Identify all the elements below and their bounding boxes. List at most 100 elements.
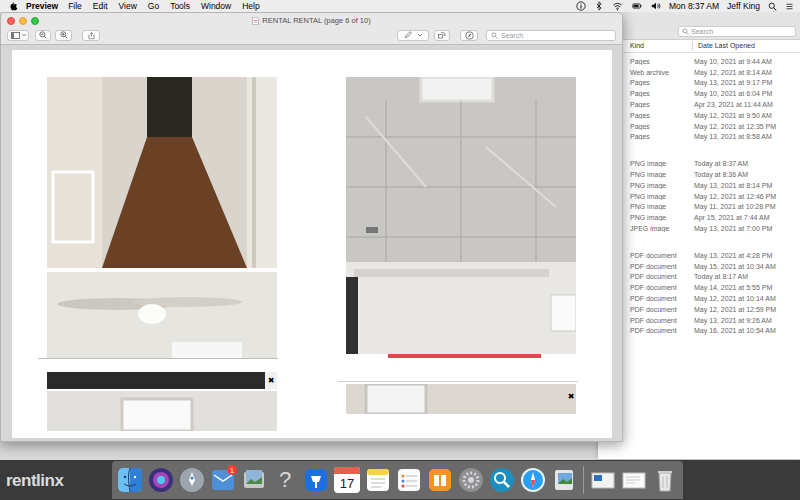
file-date: May 11, 2021 at 10:28 PM	[692, 203, 776, 210]
file-row[interactable]: Web archiveMay 12, 2021 at 8:14 AM	[598, 67, 800, 78]
file-row[interactable]: PagesMay 10, 2021 at 6:04 PM	[598, 88, 800, 99]
apple-icon[interactable]	[9, 1, 18, 11]
file-row[interactable]: PDF documentMay 13, 2021 at 4:28 PM	[598, 250, 800, 261]
file-row[interactable]: PNG imageMay 11, 2021 at 10:28 PM	[598, 202, 800, 213]
file-row[interactable]: PagesMay 13, 2021 at 9:17 PM	[598, 78, 800, 89]
books-icon[interactable]	[426, 466, 454, 494]
preview-search-field[interactable]	[486, 30, 616, 41]
battery-icon[interactable]	[631, 1, 643, 11]
markup-icon	[465, 31, 474, 40]
preview-search-input[interactable]	[501, 31, 611, 40]
menu-item[interactable]: Tools	[170, 2, 190, 11]
wifi-icon[interactable]	[612, 1, 623, 11]
file-row[interactable]: PNG imageMay 13, 2021 at 8:14 PM	[598, 180, 800, 191]
file-row[interactable]: PDF documentMay 13, 2021 at 9:26 AM	[598, 315, 800, 326]
magnifier-icon	[682, 28, 689, 35]
pdf-document-icon	[252, 17, 259, 25]
minimize-button[interactable]	[19, 17, 27, 25]
sidebar-toggle-button[interactable]	[7, 30, 29, 41]
menu-item[interactable]: Window	[201, 2, 231, 11]
file-row[interactable]: PDF documentMay 12, 2021 at 12:59 PM	[598, 304, 800, 315]
finder-search-input[interactable]	[691, 27, 792, 36]
file-row[interactable]: PDF documentMay 16, 2021 at 10:54 AM	[598, 326, 800, 337]
file-row[interactable]: PNG imageMay 12, 2021 at 12:46 PM	[598, 191, 800, 202]
clock[interactable]: Mon 8:37 AM	[669, 2, 719, 11]
reminders-icon[interactable]	[395, 466, 423, 494]
file-row[interactable]: PNG imageToday at 8:37 AM	[598, 158, 800, 169]
file-date: May 12, 2021 at 12:59 PM	[692, 306, 776, 313]
markup-pen-button[interactable]	[397, 30, 429, 41]
file-row[interactable]: PagesMay 13, 2021 at 8:58 AM	[598, 132, 800, 143]
menu-bar: Preview File Edit View Go Tools Window Help Mon …	[0, 0, 800, 12]
file-row[interactable]: PagesApr 23, 2021 at 11:44 AM	[598, 99, 800, 110]
screen-time-icon[interactable]	[576, 1, 586, 11]
file-date: Apr 23, 2021 at 11:44 AM	[692, 101, 773, 108]
launchpad-icon[interactable]	[178, 466, 206, 494]
desktop-strip: rentlinx 1? 17	[0, 460, 800, 500]
screenshot-thumbnail-icon[interactable]	[589, 466, 617, 494]
file-row[interactable]: PNG imageApr 15, 2021 at 7:44 AM	[598, 212, 800, 223]
zoom-out-button[interactable]	[35, 30, 51, 41]
calendar-icon[interactable]: 17	[334, 467, 360, 493]
help-app[interactable]: ?	[271, 466, 299, 494]
file-date: May 12, 2021 at 12:35 PM	[692, 123, 776, 130]
file-row[interactable]: PDF documentToday at 8:17 AM	[598, 272, 800, 283]
photo-stack-icon[interactable]	[240, 466, 268, 494]
spotlight-icon[interactable]	[768, 2, 777, 11]
siri-icon[interactable]	[147, 466, 175, 494]
annotation-row	[346, 354, 576, 358]
finder-search-field[interactable]	[678, 26, 796, 37]
page-column: ✖	[346, 77, 576, 414]
dock-separator	[583, 466, 584, 494]
zoom-in-icon	[60, 31, 68, 39]
mail-app[interactable]: 1	[209, 466, 237, 494]
close-mark-icon[interactable]: ✖	[268, 377, 275, 385]
column-header: KindDate Last Opened	[598, 40, 800, 53]
photo-row: ✖	[346, 384, 576, 414]
file-date: May 10, 2021 at 9:44 AM	[692, 58, 772, 65]
trash-icon[interactable]	[651, 466, 679, 494]
document-thumbnail-icon[interactable]	[620, 466, 648, 494]
file-row[interactable]: PNG imageToday at 8:36 AM	[598, 169, 800, 180]
photo-edge	[47, 372, 265, 389]
markup-toolbar-button[interactable]	[460, 30, 478, 41]
menu-item[interactable]: File	[68, 2, 82, 11]
magnifier-app-icon[interactable]	[488, 466, 516, 494]
rentlinx-logo: rentlinx	[0, 472, 110, 489]
file-row[interactable]: PagesMay 12, 2021 at 9:50 AM	[598, 110, 800, 121]
file-row[interactable]: PDF documentMay 12, 2021 at 10:14 AM	[598, 293, 800, 304]
menu-item[interactable]: View	[119, 2, 137, 11]
menu-item[interactable]: Go	[148, 2, 159, 11]
notification-center-icon[interactable]	[785, 2, 794, 11]
file-row[interactable]: PagesMay 12, 2021 at 12:35 PM	[598, 121, 800, 132]
pen-icon	[404, 31, 412, 39]
rotate-button[interactable]	[434, 30, 450, 41]
file-row[interactable]: PDF documentMay 15, 2021 at 10:34 AM	[598, 261, 800, 272]
chevron-down-icon	[22, 33, 26, 37]
close-button[interactable]	[7, 17, 15, 25]
bluetooth-icon[interactable]	[594, 1, 604, 11]
file-date: May 13, 2021 at 7:00 PM	[692, 225, 772, 232]
zoom-button[interactable]	[31, 17, 39, 25]
toolbar	[1, 28, 622, 45]
file-row[interactable]: PagesMay 10, 2021 at 9:44 AM	[598, 56, 800, 67]
finder-icon[interactable]	[116, 466, 144, 494]
user-menu[interactable]: Jeff King	[727, 2, 760, 11]
app-menu[interactable]: Preview	[26, 2, 58, 11]
file-list: PagesMay 10, 2021 at 9:44 AMWeb archiveM…	[598, 53, 800, 336]
page-column: ✖	[47, 77, 277, 431]
safari-icon[interactable]	[519, 466, 547, 494]
menu-item[interactable]: Help	[242, 2, 259, 11]
menu-item[interactable]: Edit	[93, 2, 108, 11]
zoom-in-button[interactable]	[55, 30, 72, 41]
preview-icon[interactable]	[550, 466, 578, 494]
column-heading[interactable]: Date Last Opened	[692, 41, 755, 52]
notes-icon[interactable]	[364, 466, 392, 494]
system-preferences-icon[interactable]	[457, 466, 485, 494]
keynote-icon[interactable]	[302, 466, 330, 494]
share-button[interactable]	[82, 30, 100, 41]
close-mark-icon[interactable]: ✖	[568, 393, 575, 401]
file-row[interactable]: PDF documentMay 14, 2021 at 5:55 PM	[598, 282, 800, 293]
file-row[interactable]: JPEG imageMay 13, 2021 at 7:00 PM	[598, 223, 800, 234]
volume-icon[interactable]	[651, 1, 661, 11]
